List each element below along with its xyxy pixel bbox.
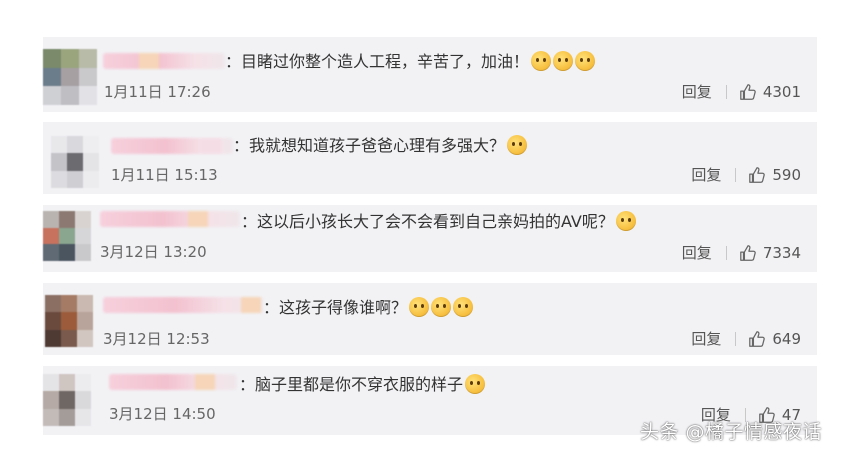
divider — [735, 331, 737, 346]
username-blurred[interactable] — [111, 138, 233, 154]
comment-card: ：这以后小孩长大了会不会看到自己亲妈拍的AV呢？ 3月12日 13:20 回复 … — [43, 205, 817, 272]
emoji-face-icon — [615, 211, 636, 231]
comment-text: ：我就想知道孩子爸爸心理有多强大？ — [233, 135, 528, 156]
divider — [735, 167, 737, 182]
thumbs-up-icon[interactable] — [739, 83, 757, 101]
like-count: 590 — [772, 165, 801, 184]
username-blurred[interactable] — [100, 211, 240, 227]
avatar[interactable] — [43, 374, 91, 426]
reply-button[interactable]: 回复 — [691, 164, 721, 185]
emoji-face-icon — [575, 51, 596, 71]
thumbs-up-icon[interactable] — [748, 330, 766, 348]
emoji-face-icon — [453, 297, 474, 317]
like-count: 4301 — [762, 82, 801, 101]
emoji-face-icon — [431, 297, 452, 317]
username-blurred[interactable] — [109, 374, 237, 390]
comment-card: ：我就想知道孩子爸爸心理有多强大？ 1月11日 15:13 回复 590 — [43, 122, 817, 194]
emoji-face-icon — [531, 51, 552, 71]
divider — [725, 245, 727, 260]
reply-button[interactable]: 回复 — [682, 81, 712, 102]
reply-button[interactable]: 回复 — [691, 328, 721, 349]
divider — [725, 84, 727, 99]
comment-date: 1月11日 15:13 — [111, 166, 218, 184]
watermark: 头条 @橘子情感夜话 — [640, 421, 823, 443]
username-blurred[interactable] — [103, 53, 225, 69]
avatar[interactable] — [51, 136, 99, 188]
reply-button[interactable]: 回复 — [682, 242, 712, 263]
avatar[interactable] — [43, 49, 97, 105]
comment-text: ：这以后小孩长大了会不会看到自己亲妈拍的AV呢？ — [241, 211, 636, 232]
comment-text: ：这孩子得像谁啊？ — [263, 297, 474, 318]
comment-card: ：目睹过你整个造人工程，辛苦了，加油！ 1月11日 17:26 回复 4301 — [43, 37, 817, 112]
comment-date: 3月12日 13:20 — [100, 243, 207, 261]
thumbs-up-icon[interactable] — [739, 244, 757, 262]
thumbs-up-icon[interactable] — [748, 166, 766, 184]
comment-date: 3月12日 12:53 — [103, 330, 210, 348]
avatar[interactable] — [43, 211, 91, 261]
emoji-face-icon — [507, 135, 528, 155]
comment-date: 1月11日 17:26 — [104, 83, 211, 101]
emoji-face-icon — [409, 297, 430, 317]
username-blurred[interactable] — [103, 297, 263, 313]
like-count: 7334 — [762, 243, 801, 262]
emoji-face-icon — [553, 51, 574, 71]
comment-actions: 回复 7334 — [682, 242, 801, 263]
avatar[interactable] — [45, 295, 93, 347]
comment-date: 3月12日 14:50 — [109, 405, 216, 423]
like-count: 649 — [772, 329, 801, 348]
emoji-face-icon — [465, 374, 486, 394]
comment-card: ：这孩子得像谁啊？ 3月12日 12:53 回复 649 — [43, 283, 817, 355]
comment-actions: 回复 4301 — [682, 81, 801, 102]
comment-text: ：目睹过你整个造人工程，辛苦了，加油！ — [225, 51, 596, 72]
comment-actions: 回复 649 — [691, 328, 801, 349]
comment-actions: 回复 590 — [691, 164, 801, 185]
comment-text: ：脑子里都是你不穿衣服的样子 — [239, 374, 486, 395]
